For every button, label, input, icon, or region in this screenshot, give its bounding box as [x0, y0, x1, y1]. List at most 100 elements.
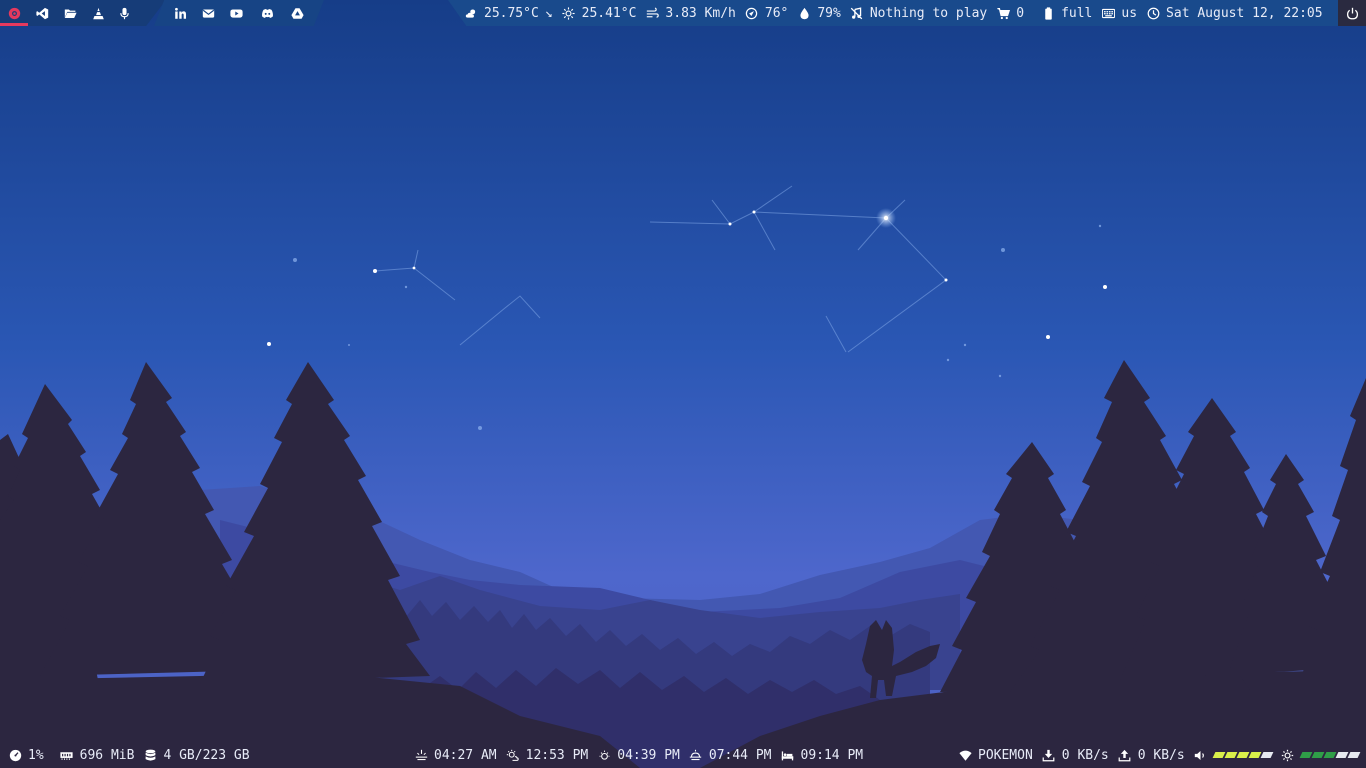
- sun-times: 04:27 AM 12:53 PM 04:39 PM 07:44 PM 09:1…: [414, 742, 863, 768]
- download-speed-text: 0 KB/s: [1061, 747, 1109, 763]
- vlc-launcher[interactable]: [84, 0, 112, 26]
- weather-wind-direction[interactable]: 76°: [745, 6, 788, 21]
- battery-status-text: full: [1061, 5, 1093, 21]
- music-off-icon: [850, 6, 864, 20]
- brightness-level-bar[interactable]: [1299, 752, 1361, 758]
- clock[interactable]: Sat August 12, 22:05: [1146, 6, 1323, 21]
- temperature-text: 25.75°C: [484, 5, 539, 21]
- system-stats: 1% 696 MiB 4 GB/223 GB: [8, 742, 250, 768]
- level-segment: [1260, 752, 1274, 758]
- bottom-panel: 1% 696 MiB 4 GB/223 GB 04:27 AM 12:53 PM…: [0, 742, 1366, 768]
- brightness-control[interactable]: [1281, 748, 1361, 762]
- desktop-wallpaper: [0, 0, 1366, 768]
- weather-feels-like[interactable]: 25.41°C: [562, 5, 637, 21]
- upload-icon: [1118, 748, 1132, 762]
- wind-direction-text: 76°: [764, 5, 789, 21]
- feels-like-text: 25.41°C: [581, 5, 637, 21]
- cpu-usage[interactable]: 1%: [8, 748, 44, 763]
- bed-icon: [781, 748, 795, 762]
- weather-wind[interactable]: 3.83 Km/h: [645, 5, 736, 21]
- memory-usage[interactable]: 696 MiB: [60, 747, 135, 763]
- droplet-icon: [797, 6, 811, 20]
- database-icon: [143, 748, 157, 762]
- dawn-time-text: 04:27 AM: [434, 747, 497, 763]
- drive-icon: [290, 6, 304, 20]
- noon-time-text: 12:53 PM: [525, 747, 589, 763]
- noon-time[interactable]: 12:53 PM: [506, 747, 589, 763]
- updates-count-text: 0: [1016, 5, 1025, 21]
- vscode-launcher[interactable]: [28, 0, 56, 26]
- mail-icon: [201, 6, 215, 20]
- music-status-text: Nothing to play: [869, 5, 988, 21]
- night-time[interactable]: 09:14 PM: [781, 747, 864, 763]
- status-area: 25.75°C ↘ 25.41°C 3.83 Km/h 76° 79% Noth…: [464, 0, 1323, 26]
- level-segment: [1236, 752, 1250, 758]
- sunset-time[interactable]: 07:44 PM: [689, 748, 772, 763]
- disk-usage[interactable]: 4 GB/223 GB: [143, 747, 250, 763]
- wind-icon: [645, 6, 659, 20]
- vlc-icon: [91, 6, 105, 20]
- sunset-time-text: 07:44 PM: [708, 747, 772, 763]
- dawn-time[interactable]: 04:27 AM: [414, 748, 497, 763]
- top-panel: 25.75°C ↘ 25.41°C 3.83 Km/h 76° 79% Noth…: [0, 0, 1366, 26]
- weather-temperature[interactable]: 25.75°C ↘: [464, 6, 553, 21]
- power-icon: [1345, 6, 1359, 20]
- download-speed[interactable]: 0 KB/s: [1042, 748, 1109, 763]
- keyboard-icon: [1101, 6, 1115, 20]
- files-launcher[interactable]: [56, 0, 84, 26]
- cloud-sun-icon: [464, 6, 478, 20]
- keyboard-layout[interactable]: us: [1101, 6, 1137, 21]
- level-segment: [1335, 752, 1349, 758]
- sunset-icon: [689, 748, 703, 762]
- mail-link[interactable]: [194, 0, 222, 26]
- battery-indicator[interactable]: full: [1041, 6, 1092, 21]
- folder-icon: [63, 6, 77, 20]
- afternoon-time[interactable]: 04:39 PM: [597, 748, 680, 763]
- vscode-icon: [35, 6, 49, 20]
- sun-cloud-icon: [506, 748, 520, 762]
- drive-link[interactable]: [283, 0, 311, 26]
- gauge-icon: [8, 748, 22, 762]
- wifi-network[interactable]: POKEMON: [958, 748, 1033, 763]
- trend-arrow-icon: ↘: [544, 5, 553, 21]
- download-icon: [1042, 748, 1056, 762]
- youtube-link[interactable]: [222, 0, 250, 26]
- clock-text: Sat August 12, 22:05: [1166, 5, 1323, 21]
- level-segment: [1299, 752, 1313, 758]
- night-time-text: 09:14 PM: [800, 747, 864, 763]
- network-audio: POKEMON 0 KB/s 0 KB/s: [958, 742, 1361, 768]
- linkedin-link[interactable]: [166, 0, 194, 26]
- memory-usage-text: 696 MiB: [79, 747, 135, 763]
- afternoon-time-text: 04:39 PM: [617, 747, 680, 763]
- keyboard-layout-text: us: [1121, 5, 1138, 21]
- volume-icon: [1194, 748, 1208, 762]
- memory-icon: [60, 748, 74, 762]
- music-player[interactable]: Nothing to play: [850, 6, 987, 21]
- microphone-icon: [117, 6, 131, 20]
- discord-icon: [260, 6, 274, 20]
- wind-speed-text: 3.83 Km/h: [665, 5, 736, 21]
- power-button[interactable]: [1338, 0, 1366, 26]
- volume-control[interactable]: [1194, 748, 1274, 762]
- sunrise-icon: [414, 748, 428, 762]
- weather-humidity[interactable]: 79%: [797, 5, 841, 21]
- cpu-usage-text: 1%: [28, 747, 44, 763]
- upload-speed[interactable]: 0 KB/s: [1118, 748, 1185, 763]
- level-segment: [1347, 752, 1361, 758]
- discord-link[interactable]: [253, 0, 281, 26]
- browser-launcher[interactable]: [0, 0, 28, 26]
- disk-usage-text: 4 GB/223 GB: [163, 747, 250, 763]
- humidity-text: 79%: [817, 5, 841, 21]
- level-segment: [1323, 752, 1337, 758]
- compass-icon: [745, 6, 759, 20]
- level-segment: [1224, 752, 1238, 758]
- volume-level-bar[interactable]: [1212, 752, 1274, 758]
- level-segment: [1248, 752, 1262, 758]
- linkedin-icon: [173, 6, 187, 20]
- level-segment: [1212, 752, 1226, 758]
- sun-icon: [562, 6, 576, 20]
- updates-indicator[interactable]: 0: [996, 6, 1024, 21]
- brightness-icon: [1281, 748, 1295, 762]
- wifi-icon: [958, 748, 972, 762]
- recorder-launcher[interactable]: [110, 0, 138, 26]
